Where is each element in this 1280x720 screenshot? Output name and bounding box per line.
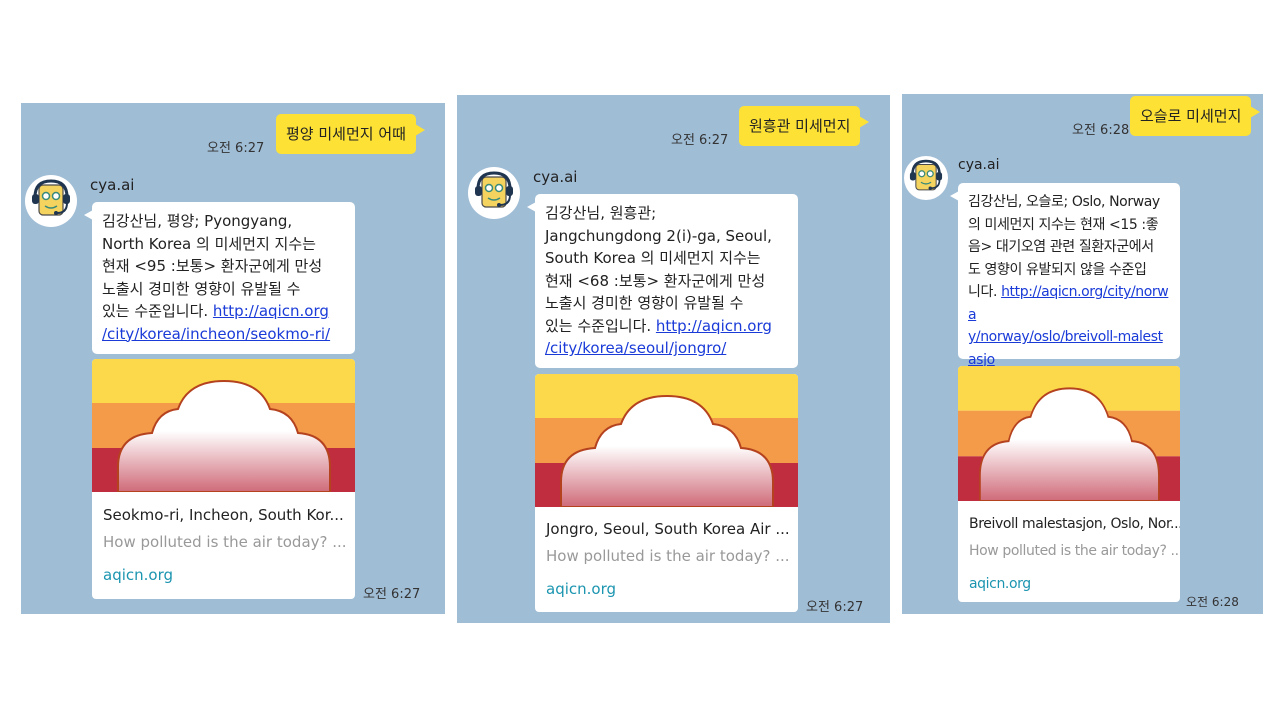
bot-text-line: 니다. <box>968 284 1002 300</box>
link-preview-card[interactable]: Seokmo-ri, Incheon, South Kor... How pol… <box>92 359 355 599</box>
bot-text-line: 노출시 경미한 영향이 유발될 수 <box>102 279 301 298</box>
bot-message-time: 오전 6:27 <box>363 587 421 602</box>
card-url[interactable]: aqicn.org <box>546 580 616 598</box>
card-title: Jongro, Seoul, South Korea Air ... <box>546 520 790 538</box>
preview-image <box>535 374 798 507</box>
user-message-time: 오전 6:27 <box>671 133 729 148</box>
bot-text-line: 있는 수준입니다. <box>102 302 213 320</box>
card-title: Breivoll malestasjon, Oslo, Nor... <box>969 516 1180 532</box>
chat-panel-3: 오슬로 미세먼지 오전 6:28 cya.ai 김강산님, 오슬로; Oslo,… <box>902 94 1263 614</box>
link-preview-card[interactable]: Jongro, Seoul, South Korea Air ... How p… <box>535 374 798 612</box>
aqicn-link[interactable]: http://aqicn.org <box>213 302 329 320</box>
bot-name: cya.ai <box>533 168 578 186</box>
bot-message-bubble: 김강산님, 원흥관; Jangchungdong 2(i)-ga, Seoul,… <box>527 194 798 368</box>
robot-avatar-icon <box>909 159 943 191</box>
bot-avatar[interactable] <box>904 156 948 200</box>
preview-image <box>958 366 1180 501</box>
preview-image <box>92 359 355 492</box>
bot-text-line: North Korea 의 미세먼지 지수는 <box>102 234 316 253</box>
bot-text-line: 김강산님, 평양; Pyongyang, <box>102 212 293 230</box>
card-title: Seokmo-ri, Incheon, South Kor... <box>103 506 344 524</box>
card-url[interactable]: aqicn.org <box>103 566 173 584</box>
card-description: How polluted is the air today? ... <box>969 543 1180 559</box>
robot-avatar-icon <box>475 171 513 208</box>
user-message-bubble[interactable]: 오슬로 미세먼지 <box>1130 96 1261 136</box>
chat-panel-1: 평양 미세먼지 어때 오전 6:27 cya.ai 김강산님, 평양; Pyon… <box>21 103 445 614</box>
bot-name: cya.ai <box>90 176 135 194</box>
card-description: How polluted is the air today? ... <box>103 533 347 551</box>
bot-text-line: 현재 <95 :보통> 환자군에게 만성 <box>102 257 323 275</box>
bot-text-line: 음> 대기오염 관련 질환자군에서 <box>968 239 1154 255</box>
cloud-icon <box>92 359 355 492</box>
aqicn-link[interactable]: http://aqicn.org <box>656 317 772 335</box>
card-description: How polluted is the air today? ... <box>546 547 790 565</box>
bot-avatar[interactable] <box>468 167 520 219</box>
bot-text-line: Jangchungdong 2(i)-ga, Seoul, <box>545 226 772 245</box>
cloud-icon <box>958 366 1180 501</box>
aqicn-link[interactable]: /city/korea/incheon/seokmo-ri/ <box>102 325 330 343</box>
cloud-icon <box>535 374 798 507</box>
user-message-time: 오전 6:28 <box>1072 123 1130 138</box>
link-preview-card[interactable]: Breivoll malestasjon, Oslo, Nor... How p… <box>958 366 1180 602</box>
aqicn-link[interactable]: /city/korea/seoul/jongro/ <box>545 339 726 357</box>
bot-avatar[interactable] <box>25 175 77 227</box>
bot-name: cya.ai <box>958 157 1000 173</box>
user-message-bubble[interactable]: 원흥관 미세먼지 <box>739 106 870 146</box>
bot-text-line: 현재 <68 :보통> 환자군에게 만성 <box>545 271 766 290</box>
bot-text-line: 도 영향이 유발되지 않을 수준입 <box>968 261 1147 278</box>
bot-text-line: South Korea 의 미세먼지 지수는 <box>545 249 761 267</box>
user-message-bubble[interactable]: 평양 미세먼지 어때 <box>276 114 425 154</box>
card-url[interactable]: aqicn.org <box>969 576 1031 592</box>
bot-text-line: 김강산님, 원흥관; <box>545 204 657 222</box>
bot-text-line: 노출시 경미한 영향이 유발될 수 <box>545 294 744 312</box>
chat-panel-2: 원흥관 미세먼지 오전 6:27 cya.ai 김강산님, 원흥관; Jangc… <box>457 95 890 623</box>
bot-text-line: 의 미세먼지 지수는 현재 <15 :좋 <box>968 216 1159 233</box>
bot-text-line: 있는 수준입니다. <box>545 316 656 335</box>
aqicn-link[interactable]: y/norway/oslo/breivoll-malestasjo <box>968 329 1163 368</box>
user-message-time: 오전 6:27 <box>207 141 265 156</box>
bot-message-bubble: 김강산님, 평양; Pyongyang, North Korea 의 미세먼지 … <box>84 202 355 354</box>
bot-message-time: 오전 6:28 <box>1186 595 1239 609</box>
robot-avatar-icon <box>32 179 70 216</box>
bot-message-bubble: 김강산님, 오슬로; Oslo, Norway 의 미세먼지 지수는 현재 <1… <box>950 183 1180 390</box>
bot-text-line: 김강산님, 오슬로; Oslo, Norway <box>968 194 1160 210</box>
bot-message-time: 오전 6:27 <box>806 600 864 615</box>
